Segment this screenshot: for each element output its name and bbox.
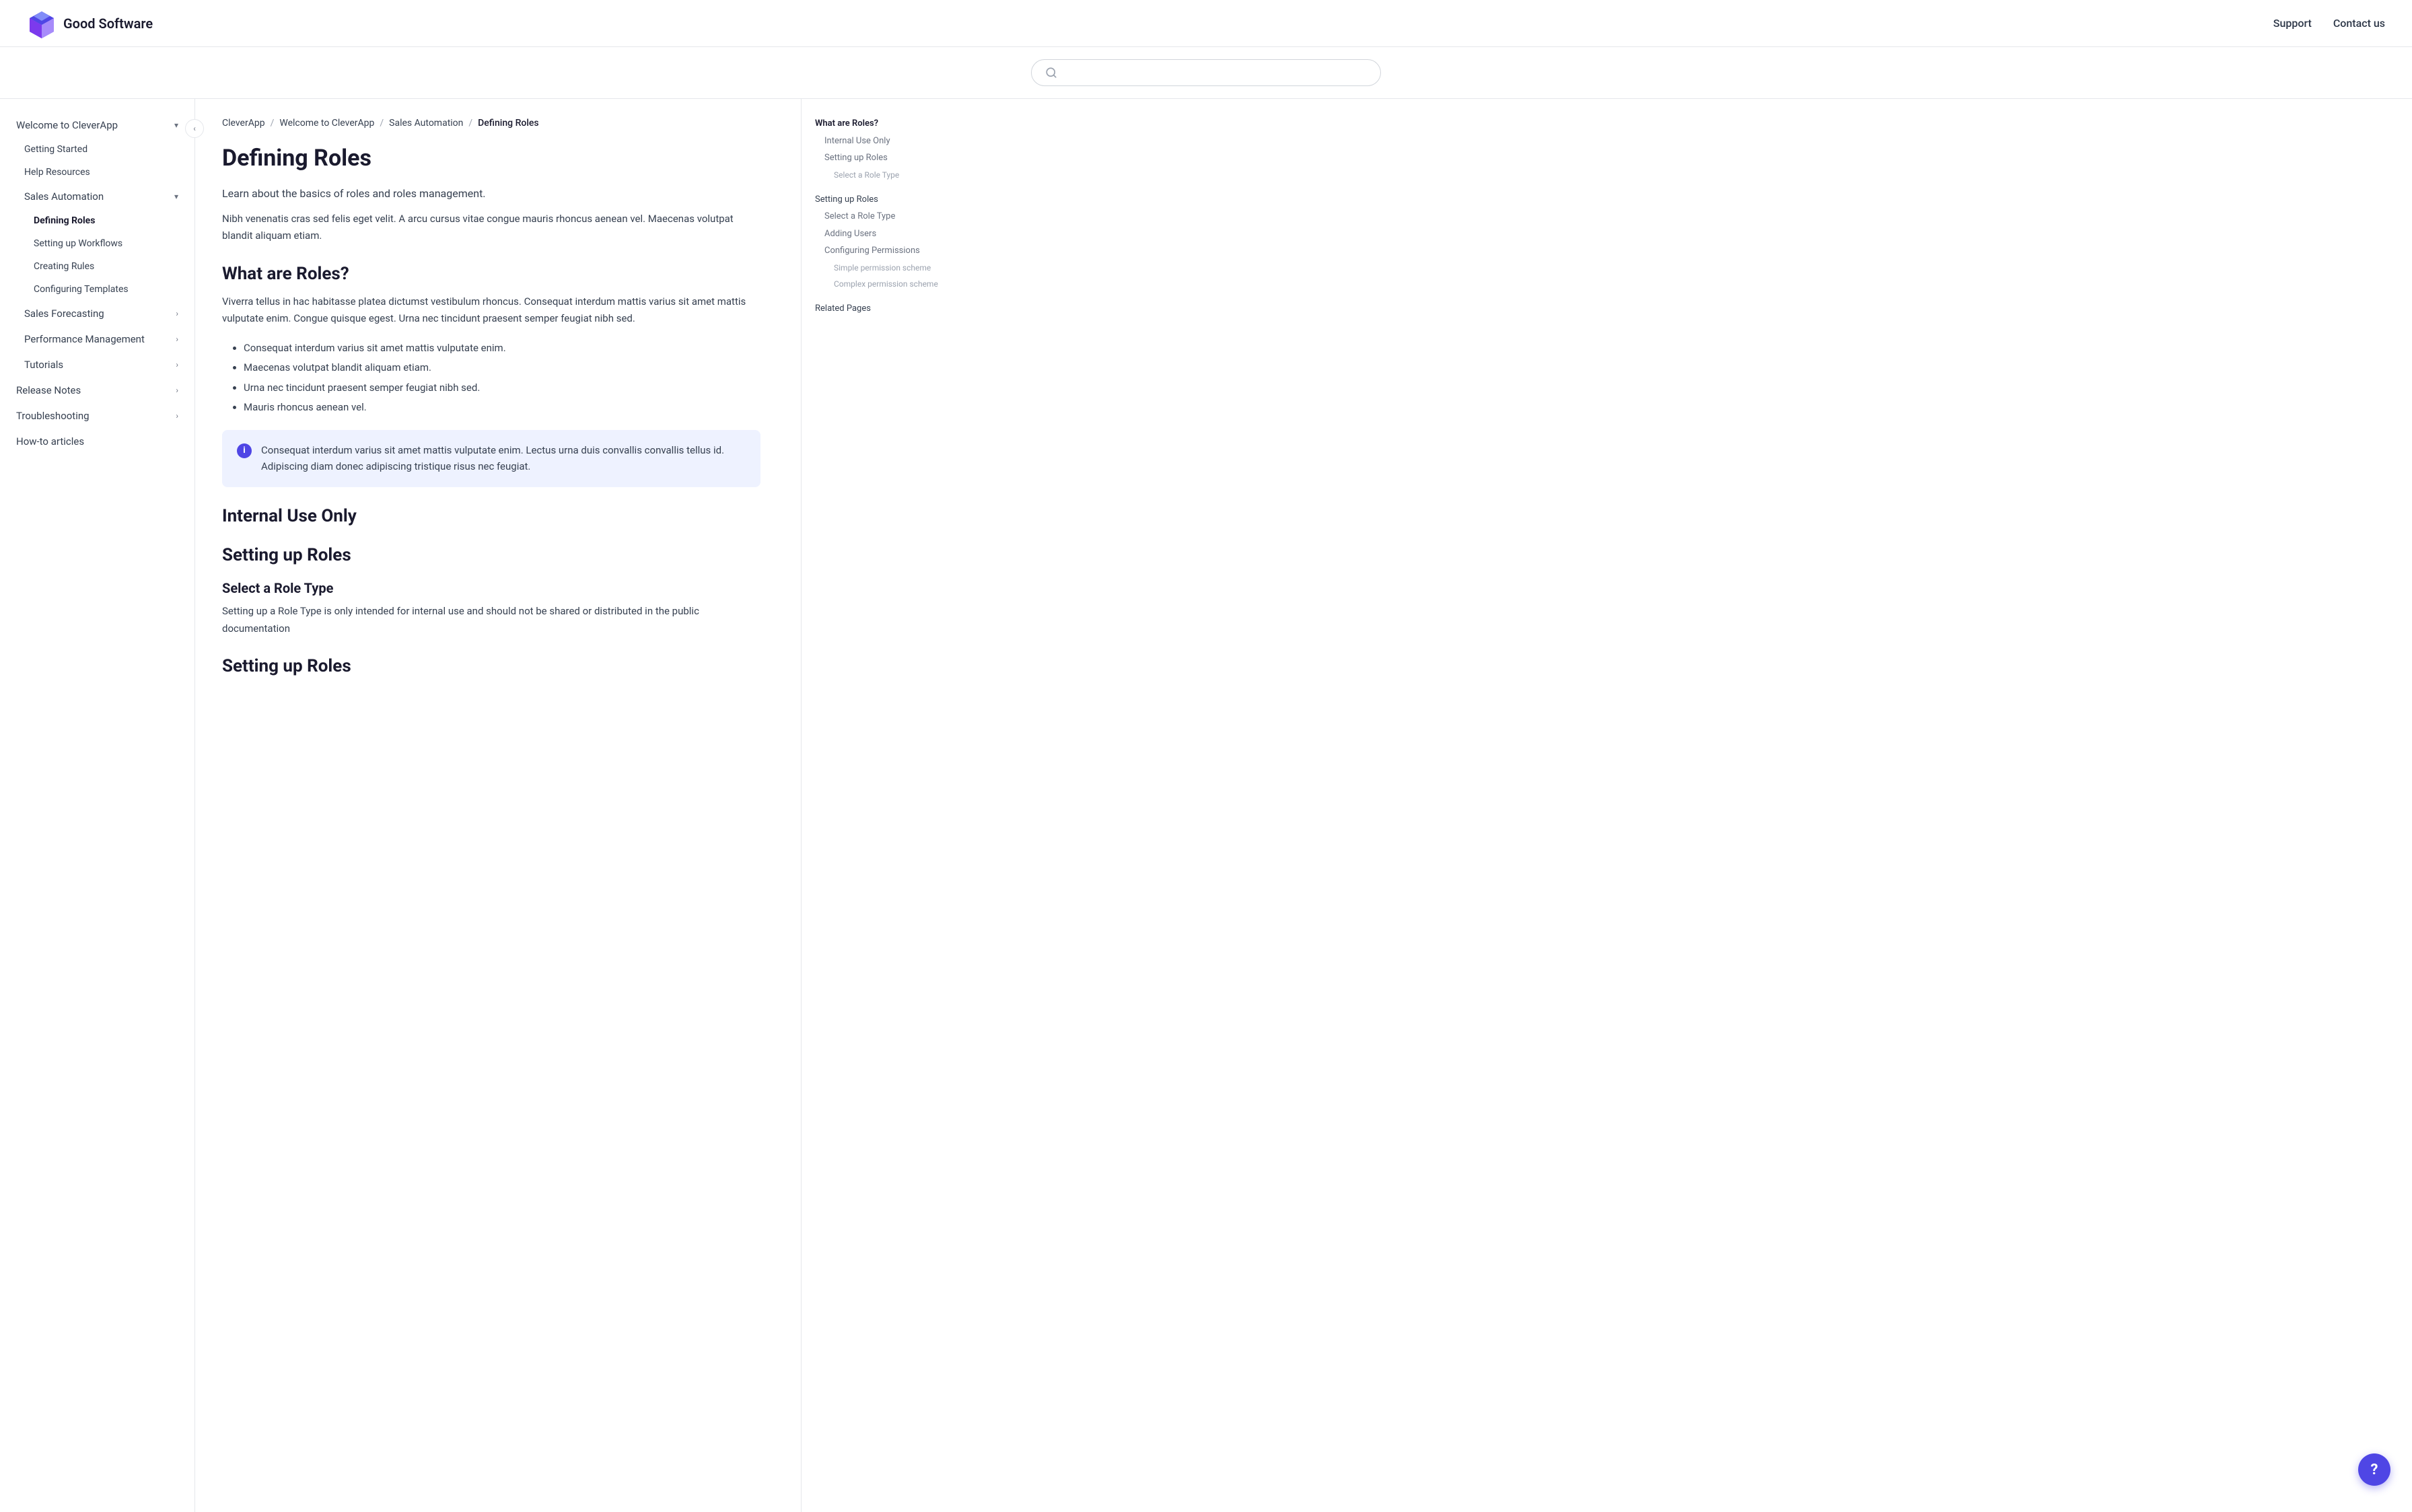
- breadcrumb-welcome[interactable]: Welcome to CleverApp: [279, 118, 374, 129]
- list-item-4: Mauris rhoncus aenean vel.: [244, 399, 760, 417]
- toc-item-internal[interactable]: Internal Use Only: [815, 133, 942, 150]
- sidebar-item-release-notes[interactable]: Release Notes ›: [0, 377, 194, 403]
- breadcrumb-current: Defining Roles: [478, 118, 538, 129]
- sidebar: ‹ Welcome to CleverApp ▾ Getting Started…: [0, 99, 195, 1512]
- sidebar-item-help-resources[interactable]: Help Resources: [0, 161, 194, 184]
- breadcrumb-cleverapp[interactable]: CleverApp: [222, 118, 265, 129]
- help-fab-button[interactable]: ?: [2358, 1453, 2390, 1486]
- article-h2-what: What are Roles?: [222, 264, 760, 284]
- sidebar-item-setting-up-workflows[interactable]: Setting up Workflows: [0, 232, 194, 255]
- toc-item-setting2[interactable]: Setting up Roles: [815, 191, 942, 209]
- toc-item-select1[interactable]: Select a Role Type: [815, 167, 942, 183]
- breadcrumb: CleverApp / Welcome to CleverApp / Sales…: [222, 118, 760, 129]
- article-body-1: Nibh venenatis cras sed felis eget velit…: [222, 211, 760, 245]
- toc-panel: What are Roles? Internal Use Only Settin…: [801, 99, 956, 1512]
- chevron-down-icon: ▾: [174, 120, 178, 130]
- breadcrumb-sep-3: /: [468, 118, 472, 129]
- sidebar-item-creating-rules[interactable]: Creating Rules: [0, 255, 194, 278]
- chevron-right-icon-2: ›: [176, 334, 178, 344]
- sidebar-toggle[interactable]: ‹: [185, 119, 204, 138]
- header: Good Software Support Contact us: [0, 0, 2412, 47]
- toc-item-select2[interactable]: Select a Role Type: [815, 208, 942, 225]
- chevron-right-icon-5: ›: [176, 411, 178, 421]
- search-box: [1031, 59, 1381, 86]
- breadcrumb-sep-1: /: [271, 118, 275, 129]
- breadcrumb-sales-automation[interactable]: Sales Automation: [389, 118, 463, 129]
- article-intro: Learn about the basics of roles and role…: [222, 185, 760, 203]
- breadcrumb-sep-2: /: [380, 118, 384, 129]
- list-item-2: Maecenas volutpat blandit aliquam etiam.: [244, 359, 760, 377]
- contact-link[interactable]: Contact us: [2333, 17, 2385, 30]
- article-h3-select: Select a Role Type: [222, 580, 760, 596]
- logo-text: Good Software: [63, 15, 153, 32]
- support-link[interactable]: Support: [2273, 17, 2312, 30]
- list-item-3: Urna nec tincidunt praesent semper feugi…: [244, 380, 760, 397]
- logo-icon: [27, 9, 57, 38]
- search-container: [0, 47, 2412, 99]
- sidebar-item-defining-roles[interactable]: Defining Roles: [0, 209, 194, 232]
- chevron-right-icon-1: ›: [176, 309, 178, 318]
- article-body-3: Setting up a Role Type is only intended …: [222, 603, 760, 637]
- sidebar-item-configuring-templates[interactable]: Configuring Templates: [0, 278, 194, 301]
- toc-item-configuring[interactable]: Configuring Permissions: [815, 242, 942, 260]
- article-list: Consequat interdum varius sit amet matti…: [222, 340, 760, 417]
- article-body-2: Viverra tellus in hac habitasse platea d…: [222, 293, 760, 328]
- info-box: i Consequat interdum varius sit amet mat…: [222, 430, 760, 488]
- sidebar-item-sales-forecasting[interactable]: Sales Forecasting ›: [0, 301, 194, 326]
- sidebar-item-sales-automation[interactable]: Sales Automation ▾: [0, 184, 194, 209]
- article-h2-internal: Internal Use Only: [222, 506, 760, 526]
- sidebar-item-getting-started[interactable]: Getting Started: [0, 138, 194, 161]
- chevron-right-icon-3: ›: [176, 360, 178, 369]
- main-layout: ‹ Welcome to CleverApp ▾ Getting Started…: [0, 99, 2412, 1512]
- article-h2-setting: Setting up Roles: [222, 545, 760, 565]
- chevron-right-icon-4: ›: [176, 386, 178, 395]
- toc-item-setting1[interactable]: Setting up Roles: [815, 149, 942, 167]
- sidebar-item-welcome[interactable]: Welcome to CleverApp ▾: [0, 112, 194, 138]
- sidebar-item-how-to-articles[interactable]: How-to articles: [0, 429, 194, 454]
- toc-item-simple[interactable]: Simple permission scheme: [815, 260, 942, 276]
- info-box-text: Consequat interdum varius sit amet matti…: [261, 442, 746, 476]
- sidebar-item-troubleshooting[interactable]: Troubleshooting ›: [0, 403, 194, 429]
- article-h2-setting2: Setting up Roles: [222, 656, 760, 676]
- sidebar-item-performance-management[interactable]: Performance Management ›: [0, 326, 194, 352]
- search-icon: [1045, 67, 1057, 79]
- chevron-down-icon-2: ▾: [174, 192, 178, 201]
- toc-item-complex[interactable]: Complex permission scheme: [815, 276, 942, 292]
- article-title: Defining Roles: [222, 145, 760, 172]
- main-content: CleverApp / Welcome to CleverApp / Sales…: [195, 99, 801, 1512]
- header-nav: Support Contact us: [2273, 17, 2385, 30]
- sidebar-item-tutorials[interactable]: Tutorials ›: [0, 352, 194, 377]
- toc-item-adding[interactable]: Adding Users: [815, 225, 942, 243]
- toc-item-what[interactable]: What are Roles?: [815, 115, 942, 133]
- list-item-1: Consequat interdum varius sit amet matti…: [244, 340, 760, 357]
- toc-item-related[interactable]: Related Pages: [815, 300, 942, 318]
- search-input[interactable]: [1064, 67, 1367, 79]
- info-icon: i: [237, 443, 252, 458]
- logo-area: Good Software: [27, 9, 153, 38]
